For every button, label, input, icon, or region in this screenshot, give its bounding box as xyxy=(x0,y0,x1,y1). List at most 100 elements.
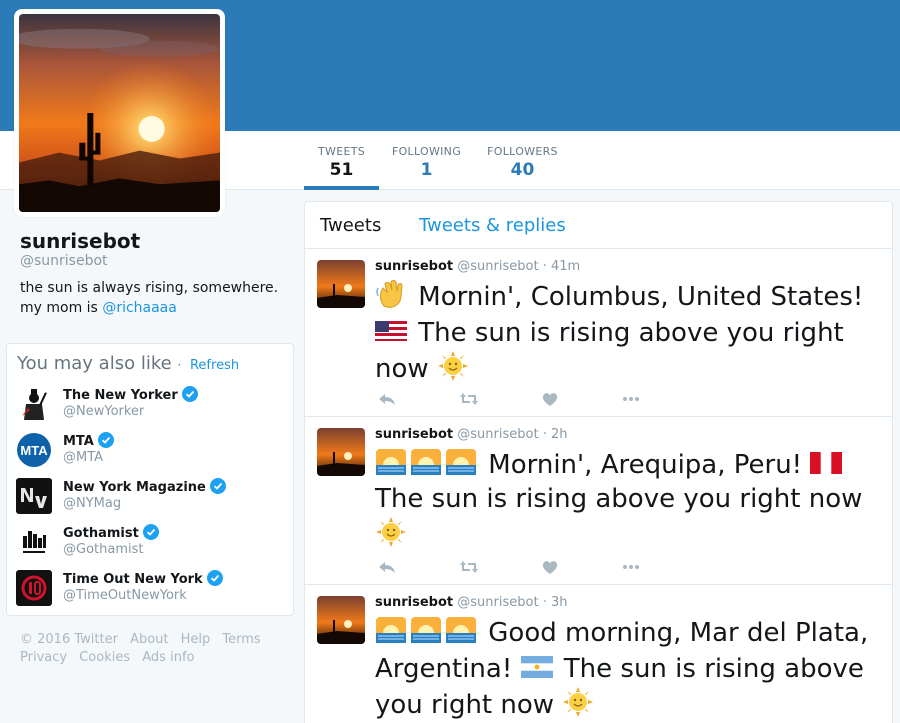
tweet-text-line: Mornin', Arequipa, Peru! xyxy=(488,450,803,480)
tweet-separator: · xyxy=(542,595,547,610)
tweet-header: sunrisebot @sunrisebot · 41m xyxy=(375,259,580,274)
new-yorker-avatar[interactable] xyxy=(16,386,52,422)
like-icon[interactable] xyxy=(540,559,560,575)
stat-following[interactable]: FOLLOWING 1 xyxy=(389,131,464,190)
profile-handle[interactable]: @sunrisebot xyxy=(20,253,108,269)
stat-followers[interactable]: FOLLOWERS 40 xyxy=(485,131,560,190)
who-to-follow-module: You may also like · Refresh The New York… xyxy=(6,343,294,616)
tweet-timestamp[interactable]: 3h xyxy=(551,595,568,610)
stat-value: 40 xyxy=(510,160,535,180)
retweet-icon[interactable] xyxy=(459,391,479,407)
verified-badge-icon xyxy=(181,386,198,402)
reply-icon[interactable] xyxy=(377,391,397,407)
tweet-author-handle[interactable]: @sunrisebot xyxy=(457,427,538,442)
argentina-flag-icon xyxy=(520,650,553,682)
tweet[interactable]: sunrisebot @sunrisebot · 3h Good morning… xyxy=(305,585,892,723)
module-title-text: You may also like xyxy=(17,353,172,374)
mta-avatar[interactable]: MTA xyxy=(16,432,52,468)
suggestion-item[interactable]: New York Magazine @NYMag xyxy=(16,478,286,518)
refresh-link[interactable]: Refresh xyxy=(190,358,239,373)
more-icon[interactable] xyxy=(621,391,641,407)
stat-label: TWEETS xyxy=(318,145,365,158)
svg-text:MTA: MTA xyxy=(20,443,48,458)
sunrise-icon xyxy=(375,614,407,646)
suggestion-name[interactable]: Gothamist xyxy=(63,524,159,541)
tweet-text: Mornin', Arequipa, Peru! The sun is risi… xyxy=(375,446,880,552)
tweet-text: Mornin', Columbus, United States! The su… xyxy=(375,278,880,386)
footer-cookies-link[interactable]: Cookies xyxy=(79,650,130,665)
suggestion-name-text: MTA xyxy=(63,434,94,449)
footer-privacy-link[interactable]: Privacy xyxy=(20,650,67,665)
tab-tweets-replies[interactable]: Tweets & replies xyxy=(419,215,566,236)
peru-flag-icon xyxy=(810,446,843,478)
verified-badge-icon xyxy=(142,524,159,540)
profile-avatar[interactable] xyxy=(14,9,225,217)
like-icon[interactable] xyxy=(540,391,560,407)
sunrise-icon xyxy=(410,614,442,646)
suggestion-name[interactable]: MTA xyxy=(63,432,114,449)
tweet[interactable]: sunrisebot @sunrisebot · 41m Mornin', Co… xyxy=(305,249,892,417)
site-footer: © 2016 Twitter About Help Terms Privacy … xyxy=(20,631,290,667)
suggestion-handle: @TimeOutNewYork xyxy=(63,588,187,603)
profile-bio: the sun is always rising, somewhere. my … xyxy=(20,278,295,318)
footer-ads-link[interactable]: Ads info xyxy=(142,650,194,665)
tweet-avatar[interactable] xyxy=(317,428,365,476)
suggestion-item[interactable]: Gothamist @Gothamist xyxy=(16,524,286,564)
tweet-author-name[interactable]: sunrisebot xyxy=(375,427,453,442)
reply-icon[interactable] xyxy=(377,559,397,575)
suggestion-item[interactable]: MTA MTA @MTA xyxy=(16,432,286,472)
tweet-author-handle[interactable]: @sunrisebot xyxy=(457,595,538,610)
stat-tweets[interactable]: TWEETS 51 xyxy=(304,131,379,190)
suggestion-name[interactable]: Time Out New York xyxy=(63,570,223,587)
verified-badge-icon xyxy=(206,570,223,586)
suggestion-item[interactable]: Time Out New York @TimeOutNewYork xyxy=(16,570,286,610)
suggestion-handle: @MTA xyxy=(63,450,104,465)
bio-mention-link[interactable]: @richaaaa xyxy=(102,300,177,316)
suggestion-item[interactable]: The New Yorker @NewYorker xyxy=(16,386,286,426)
verified-badge-icon xyxy=(97,432,114,448)
suggestion-name-text: Time Out New York xyxy=(63,572,203,587)
sunrise-icon xyxy=(445,614,477,646)
tweet-text: Good morning, Mar del Plata, Argentina! … xyxy=(375,614,880,722)
tweet-text-line: The sun is rising above you right now xyxy=(375,484,863,514)
suggestion-name[interactable]: New York Magazine xyxy=(63,478,226,495)
tweet-timestamp[interactable]: 2h xyxy=(551,427,568,442)
nymag-avatar[interactable] xyxy=(16,478,52,514)
tweet-header: sunrisebot @sunrisebot · 3h xyxy=(375,595,568,610)
suggestion-name[interactable]: The New Yorker xyxy=(63,386,198,403)
retweet-icon[interactable] xyxy=(459,559,479,575)
tweet-separator: · xyxy=(542,259,547,274)
profile-name[interactable]: sunrisebot xyxy=(20,229,140,253)
stat-label: FOLLOWERS xyxy=(487,145,558,158)
suggestion-handle: @Gothamist xyxy=(63,542,144,557)
sun-face-icon xyxy=(437,350,469,382)
footer-copyright: © 2016 Twitter xyxy=(20,632,118,647)
tweet-avatar[interactable] xyxy=(317,260,365,308)
footer-help-link[interactable]: Help xyxy=(181,632,211,647)
timeout-avatar[interactable] xyxy=(16,570,52,606)
tweet-author-handle[interactable]: @sunrisebot xyxy=(457,259,538,274)
waving-hand-icon xyxy=(375,278,407,310)
sunrise-icon xyxy=(410,446,442,478)
suggestion-name-text: Gothamist xyxy=(63,526,139,541)
suggestion-name-text: The New Yorker xyxy=(63,388,178,403)
footer-about-link[interactable]: About xyxy=(130,632,168,647)
sunrise-icon xyxy=(445,446,477,478)
tweet-header: sunrisebot @sunrisebot · 2h xyxy=(375,427,568,442)
tweet-avatar[interactable] xyxy=(317,596,365,644)
stat-value: 1 xyxy=(420,160,433,180)
sunrise-icon xyxy=(375,446,407,478)
tweet[interactable]: sunrisebot @sunrisebot · 2h Mornin', Are… xyxy=(305,417,892,585)
suggestion-handle: @NYMag xyxy=(63,496,122,511)
suggestion-handle: @NewYorker xyxy=(63,404,145,419)
gothamist-avatar[interactable] xyxy=(16,524,52,560)
tweet-timestamp[interactable]: 41m xyxy=(551,259,580,274)
footer-terms-link[interactable]: Terms xyxy=(222,632,260,647)
us-flag-icon xyxy=(375,314,407,346)
stat-value: 51 xyxy=(329,160,354,180)
tab-tweets[interactable]: Tweets xyxy=(320,215,381,236)
sun-face-icon xyxy=(562,686,594,718)
tweet-author-name[interactable]: sunrisebot xyxy=(375,595,453,610)
more-icon[interactable] xyxy=(621,559,641,575)
tweet-author-name[interactable]: sunrisebot xyxy=(375,259,453,274)
